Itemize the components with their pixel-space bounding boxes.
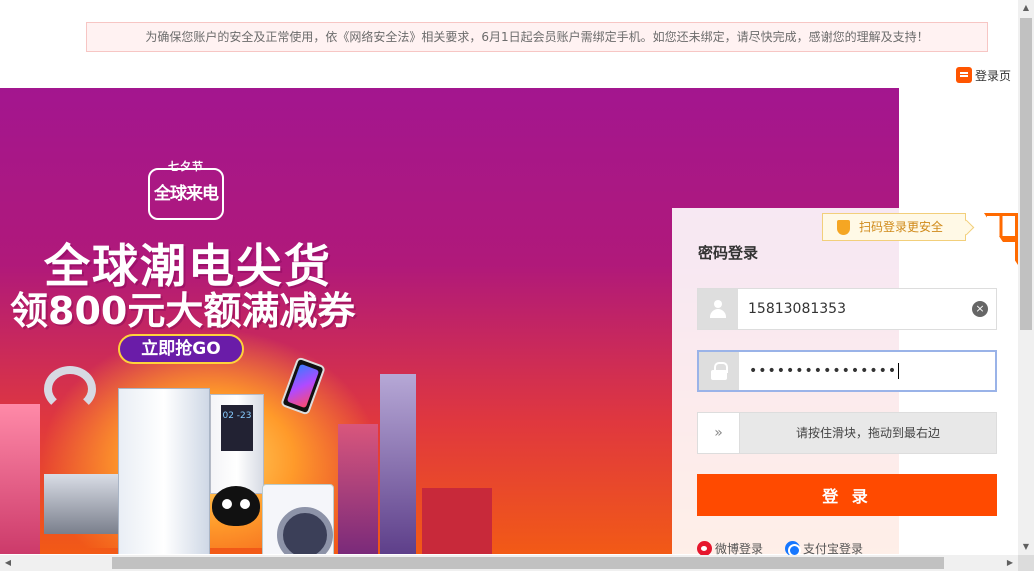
weibo-icon [697, 541, 712, 556]
shield-icon [837, 220, 850, 235]
slider-captcha[interactable]: » 请按住滑块，拖动到最右边 [697, 412, 997, 454]
scrollbar-corner [1018, 555, 1034, 571]
scroll-down-icon[interactable]: ▼ [1018, 539, 1034, 555]
lock-icon [699, 352, 739, 390]
scroll-up-icon[interactable]: ▲ [1018, 0, 1034, 16]
washer-illustration [262, 484, 334, 554]
ac-display: 02 -23 [221, 405, 253, 451]
scroll-left-icon[interactable]: ◀ [0, 555, 16, 571]
feedback-icon [956, 67, 972, 83]
qr-login-tip[interactable]: 扫码登录更安全 [822, 213, 966, 241]
air-conditioner-illustration: 02 -23 [210, 394, 264, 494]
headphones-illustration [44, 366, 96, 412]
vertical-scrollbar[interactable]: ▲ ▼ [1018, 0, 1034, 555]
qr-code-toggle-icon[interactable] [984, 213, 1018, 265]
user-icon [698, 289, 738, 329]
slider-handle[interactable]: » [698, 413, 740, 453]
username-field[interactable]: 15813081353 × [697, 288, 997, 330]
login-button[interactable]: 登 录 [697, 474, 997, 516]
tmall-cat-mascot [212, 486, 260, 526]
banner-subheadline: 领800元大额满减券 [10, 289, 356, 333]
username-value[interactable]: 15813081353 [748, 289, 846, 329]
login-page: 为确保您账户的安全及正常使用，依《网络安全法》相关要求，6月1日起会员账户需绑定… [0, 0, 1034, 571]
building-illustration [338, 424, 378, 554]
feedback-label: 登录页 [975, 68, 1012, 83]
vertical-scroll-thumb[interactable] [1020, 18, 1032, 330]
badge-top-text: 七夕节 [168, 160, 204, 173]
range-hood-illustration [44, 474, 120, 534]
login-title: 密码登录 [698, 244, 759, 262]
alipay-icon [785, 541, 802, 557]
building-illustration [0, 404, 40, 554]
slider-hint: 请按住滑块，拖动到最右边 [795, 426, 940, 440]
security-notice: 为确保您账户的安全及正常使用，依《网络安全法》相关要求，6月1日起会员账户需绑定… [86, 22, 988, 52]
password-value[interactable]: •••••••••••••••• [749, 352, 899, 390]
qr-tip-text: 扫码登录更安全 [859, 220, 944, 234]
login-panel: 扫码登录更安全 密码登录 15813081353 × •••••••••••••… [672, 208, 1020, 564]
tmall-badge: 七夕节 全球来电 [148, 160, 224, 220]
horizontal-scroll-thumb[interactable] [112, 557, 944, 569]
clear-icon[interactable]: × [972, 301, 988, 317]
feedback-link[interactable]: 登录页 [956, 66, 1011, 84]
password-field[interactable]: •••••••••••••••• [697, 350, 997, 392]
building-illustration [422, 488, 492, 554]
badge-main-text: 全球来电 [154, 184, 219, 204]
scroll-right-icon[interactable]: ▶ [1002, 555, 1018, 571]
horizontal-scrollbar[interactable]: ◀ ▶ [0, 555, 1018, 571]
building-illustration [380, 374, 416, 554]
banner-cta-button[interactable]: 立即抢GO [118, 334, 244, 364]
fridge-illustration [118, 388, 210, 554]
